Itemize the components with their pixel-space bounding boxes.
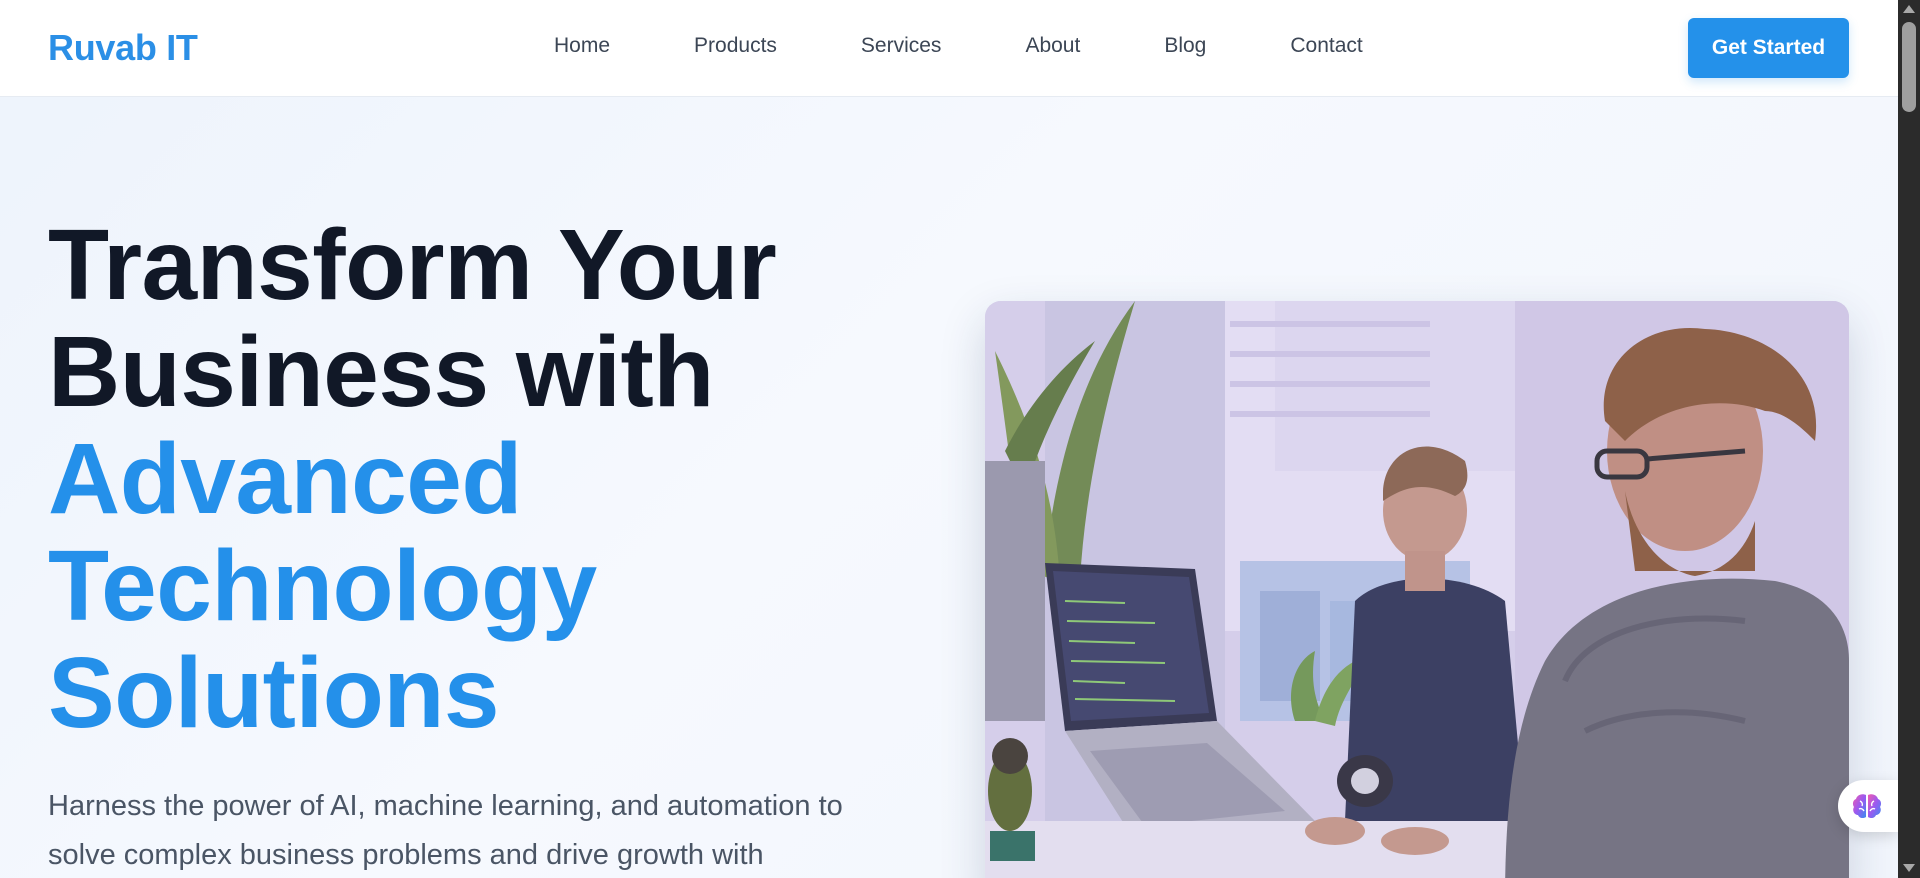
vertical-scrollbar[interactable] (1898, 0, 1920, 878)
nav-link-blog[interactable]: Blog (1164, 34, 1206, 58)
nav-link-home[interactable]: Home (554, 34, 610, 58)
hero-title-accent-line: Advanced (48, 423, 522, 535)
site-logo[interactable]: Ruvab IT (48, 27, 198, 69)
nav-link-contact[interactable]: Contact (1290, 34, 1362, 58)
nav-link-products[interactable]: Products (694, 34, 777, 58)
hero-title: Transform Your Business with Advanced Te… (48, 209, 777, 749)
hero-title-line: Transform Your (48, 209, 777, 321)
scroll-up-arrow-icon[interactable] (1903, 5, 1915, 13)
scrollbar-thumb[interactable] (1902, 22, 1916, 112)
page-viewport: Ruvab IT Home Products Services About Bl… (0, 0, 1898, 878)
nav-link-about[interactable]: About (1025, 34, 1080, 58)
hero-title-accent-line: Technology (48, 530, 597, 642)
get-started-button[interactable]: Get Started (1688, 18, 1849, 78)
hero-image-office-developers (985, 301, 1849, 878)
ai-assistant-button[interactable] (1838, 780, 1898, 832)
brain-icon (1852, 794, 1882, 819)
scroll-down-arrow-icon[interactable] (1903, 864, 1915, 872)
nav-link-services[interactable]: Services (861, 34, 942, 58)
hero-title-accent-line: Solutions (48, 637, 500, 749)
hero-title-line: Business with (48, 316, 714, 428)
hero-description: Harness the power of AI, machine learnin… (48, 790, 843, 871)
main-nav: Home Products Services About Blog Contac… (554, 34, 1363, 58)
site-header: Ruvab IT Home Products Services About Bl… (0, 0, 1898, 97)
